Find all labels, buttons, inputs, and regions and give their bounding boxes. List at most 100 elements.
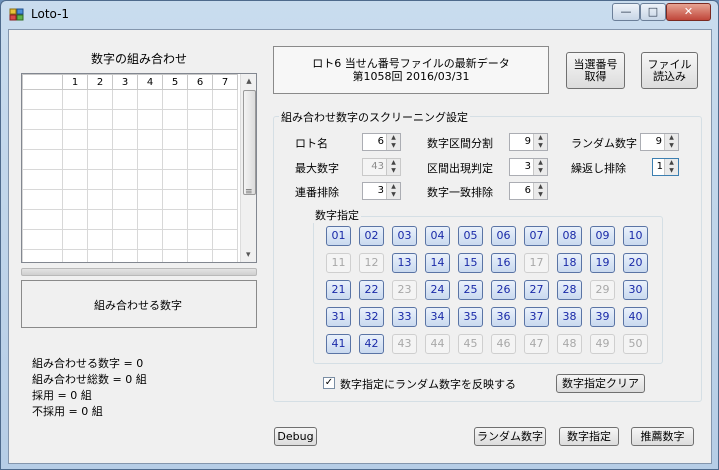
number-button-18[interactable]: 18	[557, 253, 582, 273]
grid-cell[interactable]	[187, 89, 213, 110]
number-button-32[interactable]: 32	[359, 307, 384, 327]
grid-cell[interactable]	[137, 189, 163, 210]
grid-cell[interactable]	[112, 149, 138, 170]
number-button-34[interactable]: 34	[425, 307, 450, 327]
grid-cell[interactable]	[62, 209, 88, 230]
grid-cell[interactable]	[22, 249, 63, 262]
grid-cell[interactable]	[112, 209, 138, 230]
grid-cell[interactable]	[87, 129, 113, 150]
grid-cell[interactable]	[187, 189, 213, 210]
grid-cell[interactable]	[62, 249, 88, 262]
grid-cell[interactable]	[112, 89, 138, 110]
number-button-20[interactable]: 20	[623, 253, 648, 273]
grid-cell[interactable]	[22, 129, 63, 150]
number-button-03[interactable]: 03	[392, 226, 417, 246]
grid-row[interactable]	[22, 229, 238, 250]
grid-cell[interactable]	[212, 89, 238, 110]
grid-cell[interactable]	[22, 189, 63, 210]
grid-cell[interactable]	[22, 229, 63, 250]
number-button-35[interactable]: 35	[458, 307, 483, 327]
loto-name-spinner[interactable]: 6 ▲ ▼	[362, 133, 401, 151]
consecutive-exclude-spinner[interactable]: 3 ▲ ▼	[362, 182, 401, 200]
number-button-10[interactable]: 10	[623, 226, 648, 246]
grid-cell[interactable]	[137, 169, 163, 190]
grid-cell[interactable]	[62, 189, 88, 210]
grid-cell[interactable]	[162, 209, 188, 230]
grid-cell[interactable]	[187, 109, 213, 130]
number-button-22[interactable]: 22	[359, 280, 384, 300]
number-button-02[interactable]: 02	[359, 226, 384, 246]
spin-down-icon[interactable]: ▼	[534, 142, 547, 150]
spin-down-icon[interactable]: ▼	[665, 142, 678, 150]
grid-cell[interactable]	[212, 189, 238, 210]
grid-cell[interactable]	[112, 129, 138, 150]
number-button-16[interactable]: 16	[491, 253, 516, 273]
spin-up-icon[interactable]: ▲	[665, 159, 678, 167]
number-button-15[interactable]: 15	[458, 253, 483, 273]
grid-cell[interactable]	[137, 89, 163, 110]
recommend-numbers-button[interactable]: 推薦数字	[631, 427, 694, 446]
number-button-37[interactable]: 37	[524, 307, 549, 327]
number-button-26[interactable]: 26	[491, 280, 516, 300]
grid-cell[interactable]	[87, 249, 113, 262]
grid-cell[interactable]	[137, 209, 163, 230]
grid-row[interactable]	[22, 109, 238, 130]
grid-cell[interactable]	[162, 89, 188, 110]
grid-cell[interactable]	[187, 149, 213, 170]
grid-cell[interactable]	[162, 249, 188, 262]
grid-cell[interactable]	[162, 109, 188, 130]
number-button-36[interactable]: 36	[491, 307, 516, 327]
number-button-07[interactable]: 07	[524, 226, 549, 246]
number-button-27[interactable]: 27	[524, 280, 549, 300]
grid-cell[interactable]	[137, 129, 163, 150]
grid-cell[interactable]	[137, 229, 163, 250]
fetch-winning-numbers-button[interactable]: 当選番号 取得	[566, 52, 625, 89]
grid-cell[interactable]	[22, 149, 63, 170]
grid-cell[interactable]	[112, 229, 138, 250]
random-number-spinner[interactable]: 9 ▲ ▼	[640, 133, 679, 151]
grid-cell[interactable]	[162, 229, 188, 250]
grid-cell[interactable]	[87, 169, 113, 190]
number-button-24[interactable]: 24	[425, 280, 450, 300]
grid-cell[interactable]	[137, 249, 163, 262]
number-button-13[interactable]: 13	[392, 253, 417, 273]
grid-cell[interactable]	[162, 189, 188, 210]
grid-cell[interactable]	[137, 109, 163, 130]
grid-cell[interactable]	[87, 109, 113, 130]
grid-cell[interactable]	[87, 229, 113, 250]
grid-cell[interactable]	[112, 109, 138, 130]
grid-cell[interactable]	[212, 229, 238, 250]
grid-cell[interactable]	[87, 189, 113, 210]
grid-cell[interactable]	[112, 189, 138, 210]
grid-cell[interactable]	[137, 149, 163, 170]
grid-cell[interactable]	[62, 169, 88, 190]
grid-cell[interactable]	[62, 89, 88, 110]
interval-appear-spinner[interactable]: 3 ▲ ▼	[509, 158, 548, 176]
grid-cell[interactable]	[87, 89, 113, 110]
spin-down-icon[interactable]: ▼	[665, 167, 678, 175]
reflect-random-checkbox[interactable]: ✓	[323, 377, 335, 389]
grid-cell[interactable]	[212, 249, 238, 262]
grid-cell[interactable]	[162, 169, 188, 190]
grid-cell[interactable]	[187, 249, 213, 262]
number-button-14[interactable]: 14	[425, 253, 450, 273]
horizontal-scrollbar[interactable]	[21, 268, 257, 276]
debug-button[interactable]: Debug	[274, 427, 317, 446]
number-button-04[interactable]: 04	[425, 226, 450, 246]
number-button-33[interactable]: 33	[392, 307, 417, 327]
number-button-21[interactable]: 21	[326, 280, 351, 300]
number-button-19[interactable]: 19	[590, 253, 615, 273]
number-button-41[interactable]: 41	[326, 334, 351, 354]
grid-cell[interactable]	[212, 109, 238, 130]
grid-cell[interactable]	[22, 209, 63, 230]
grid-cell[interactable]	[112, 249, 138, 262]
grid-row[interactable]	[22, 249, 238, 262]
number-button-40[interactable]: 40	[623, 307, 648, 327]
grid-row[interactable]	[22, 89, 238, 110]
spin-up-icon[interactable]: ▲	[534, 183, 547, 191]
grid-row[interactable]	[22, 129, 238, 150]
scroll-up-icon[interactable]: ▲	[241, 74, 256, 88]
minimize-button[interactable]: —	[612, 3, 640, 21]
grid-cell[interactable]	[162, 129, 188, 150]
spin-up-icon[interactable]: ▲	[387, 134, 400, 142]
